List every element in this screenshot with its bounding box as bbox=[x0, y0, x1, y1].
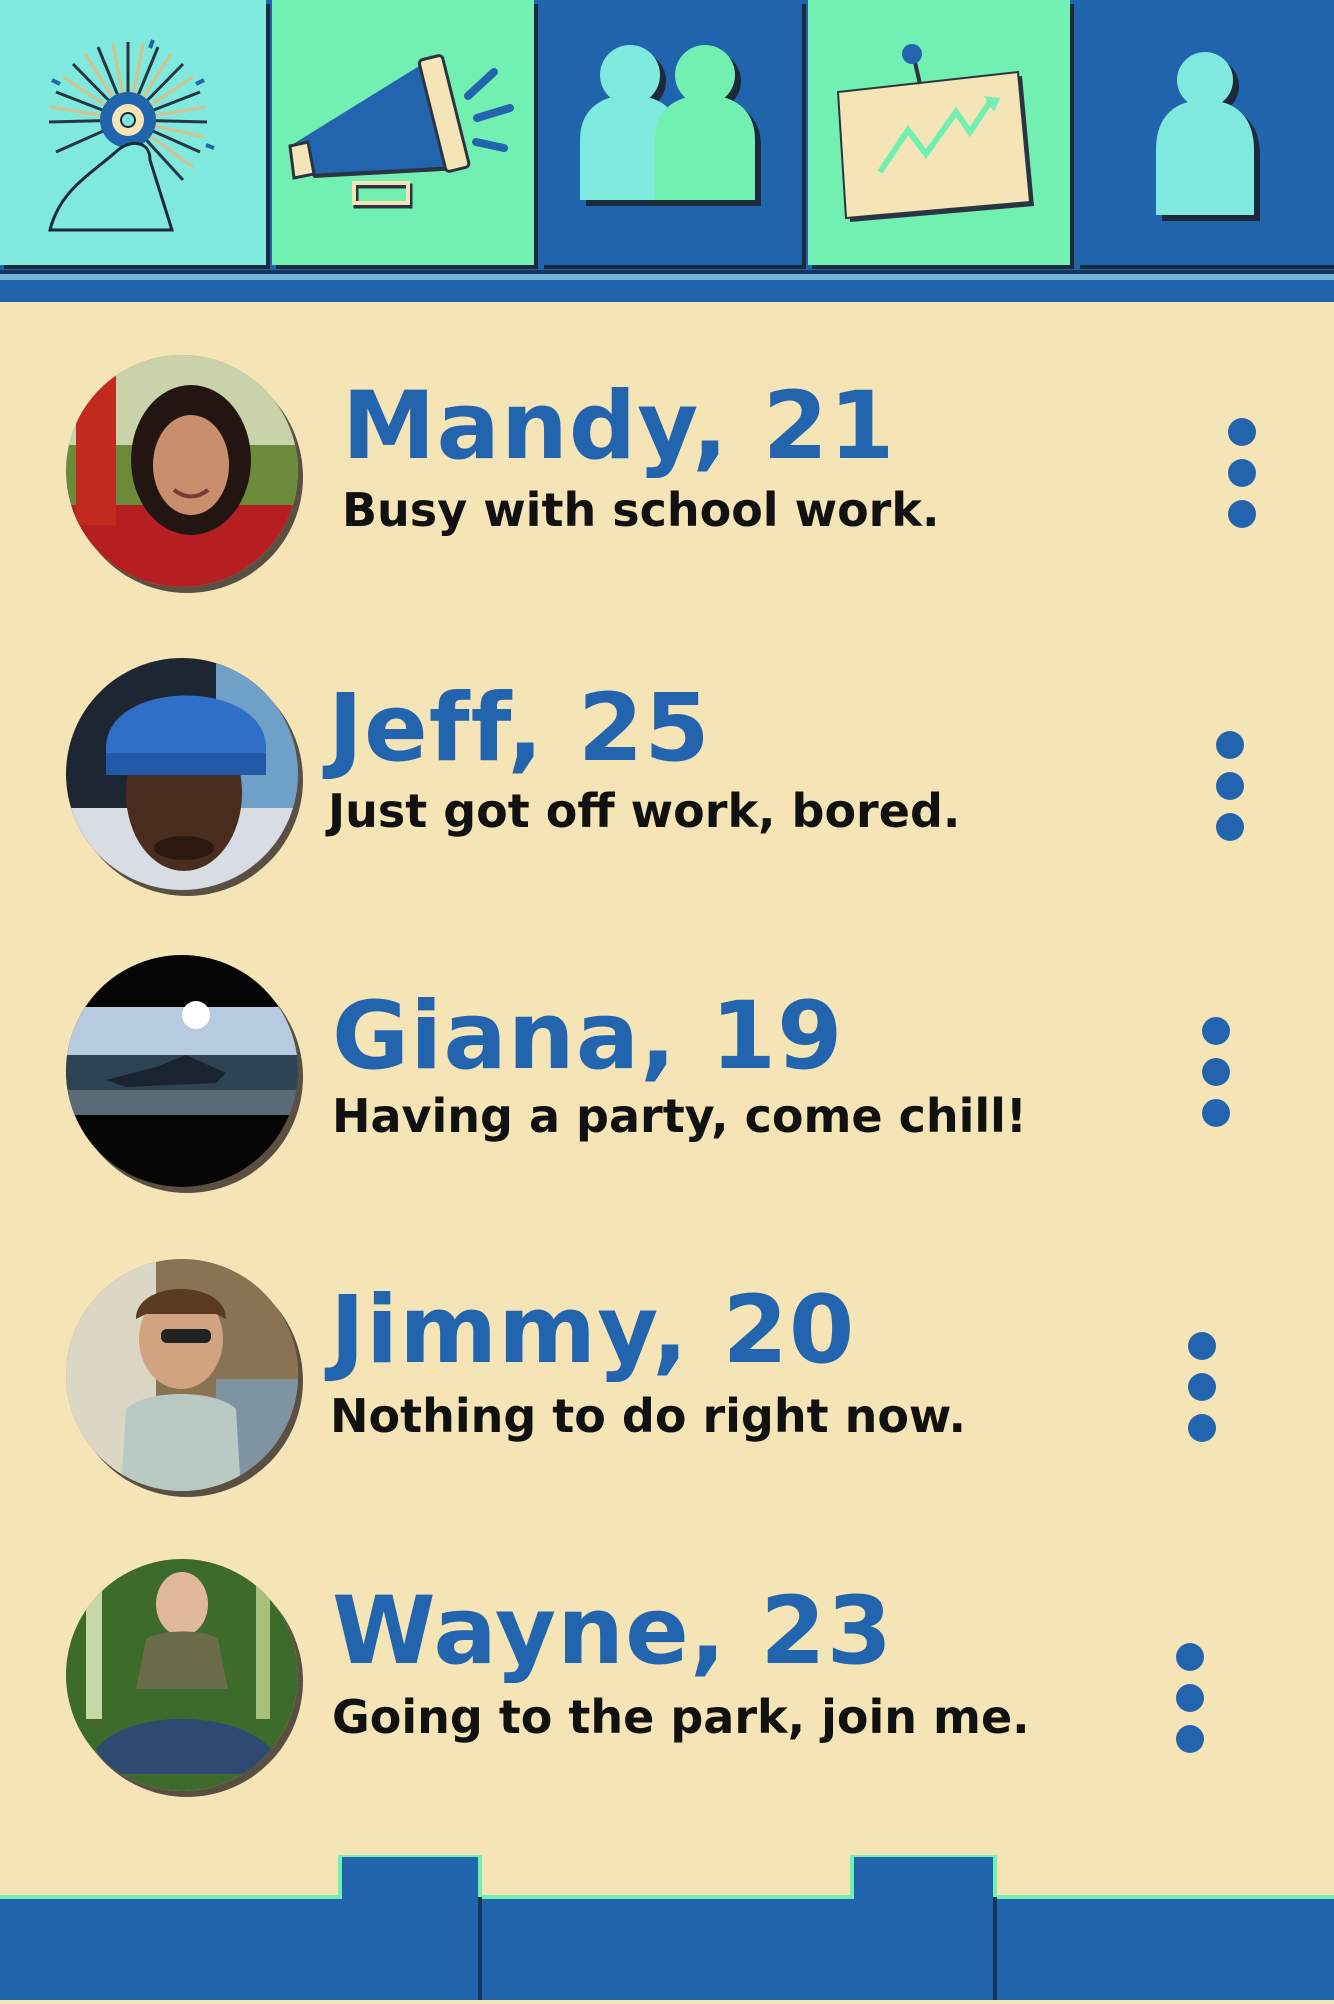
avatar[interactable] bbox=[66, 1259, 298, 1491]
more-options-icon[interactable] bbox=[1170, 1643, 1210, 1753]
contact-name: Mandy, 21 bbox=[342, 372, 896, 481]
more-options-icon[interactable] bbox=[1196, 1017, 1236, 1127]
contact-status: Having a party, come chill! bbox=[332, 1089, 1027, 1143]
tab-activity[interactable] bbox=[808, 0, 1070, 265]
list-item[interactable]: Giana, 19 Having a party, come chill! bbox=[0, 955, 1334, 1215]
avatar[interactable] bbox=[66, 355, 298, 587]
top-navigation bbox=[0, 0, 1334, 270]
list-item[interactable]: Wayne, 23 Going to the park, join me. bbox=[0, 1555, 1334, 1815]
avatar[interactable] bbox=[66, 1559, 298, 1791]
sunburst-logo-icon bbox=[48, 39, 215, 232]
trend-board-icon bbox=[836, 44, 1034, 222]
list-item[interactable]: Jimmy, 20 Nothing to do right now. bbox=[0, 1255, 1334, 1515]
contact-status: Going to the park, join me. bbox=[332, 1690, 1030, 1744]
contact-status: Nothing to do right now. bbox=[330, 1389, 966, 1443]
megaphone-icon bbox=[288, 54, 514, 209]
person-icon bbox=[1156, 52, 1260, 221]
list-item[interactable]: Mandy, 21 Busy with school work. bbox=[0, 350, 1334, 610]
avatar[interactable] bbox=[66, 658, 298, 890]
tab-friends[interactable] bbox=[540, 0, 802, 265]
bottom-bar bbox=[0, 1853, 1334, 2000]
more-options-icon[interactable] bbox=[1210, 731, 1250, 841]
bottom-bar-shape bbox=[0, 1853, 1334, 2000]
mandy-photo bbox=[66, 355, 298, 587]
contact-name: Giana, 19 bbox=[332, 982, 844, 1091]
jeff-photo bbox=[66, 658, 298, 890]
contact-name: Jeff, 25 bbox=[328, 674, 711, 783]
contact-name: Wayne, 23 bbox=[332, 1577, 894, 1686]
tab-home[interactable] bbox=[0, 0, 266, 265]
avatar[interactable] bbox=[66, 955, 298, 1187]
tab-announcements[interactable] bbox=[272, 0, 534, 265]
contact-name: Jimmy, 20 bbox=[330, 1276, 856, 1385]
more-options-icon[interactable] bbox=[1222, 418, 1262, 528]
more-options-icon[interactable] bbox=[1182, 1332, 1222, 1442]
wayne-photo bbox=[66, 1559, 298, 1791]
tab-profile[interactable] bbox=[1076, 0, 1334, 265]
nav-divider bbox=[0, 270, 1334, 302]
contact-status: Just got off work, bored. bbox=[328, 784, 961, 838]
giana-photo bbox=[66, 955, 298, 1187]
list-item[interactable]: Jeff, 25 Just got off work, bored. bbox=[0, 655, 1334, 915]
jimmy-photo bbox=[66, 1259, 298, 1491]
contact-status: Busy with school work. bbox=[342, 483, 940, 537]
people-icon bbox=[580, 45, 761, 206]
